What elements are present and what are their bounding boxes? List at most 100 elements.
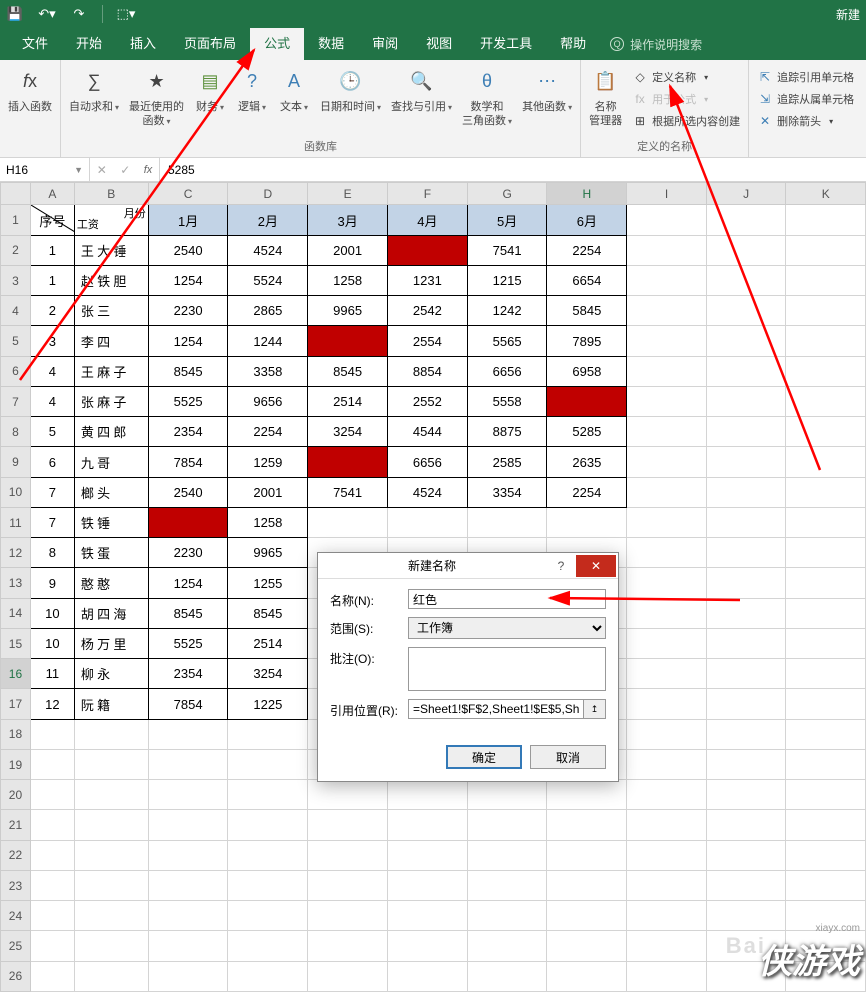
col-header[interactable]: K: [786, 183, 866, 205]
data-cell[interactable]: [627, 265, 707, 295]
data-cell[interactable]: [627, 659, 707, 689]
data-cell[interactable]: 5565: [467, 326, 547, 356]
data-cell[interactable]: [467, 840, 547, 870]
data-cell[interactable]: [786, 749, 866, 779]
row-header[interactable]: 2: [1, 235, 31, 265]
data-cell[interactable]: 1231: [387, 265, 467, 295]
data-cell[interactable]: [706, 598, 786, 628]
data-cell[interactable]: [387, 931, 467, 961]
data-cell[interactable]: [30, 931, 74, 961]
data-cell[interactable]: 9: [30, 568, 74, 598]
data-cell[interactable]: 3354: [387, 235, 467, 265]
row-header[interactable]: 4: [1, 296, 31, 326]
data-cell[interactable]: [627, 840, 707, 870]
comment-input[interactable]: [408, 647, 606, 691]
data-cell[interactable]: 1254: [148, 507, 228, 537]
data-cell[interactable]: [706, 780, 786, 810]
data-cell[interactable]: 2254: [547, 235, 627, 265]
insert-function-button[interactable]: fx插入函数: [4, 64, 56, 116]
data-cell[interactable]: 7: [30, 477, 74, 507]
data-cell[interactable]: 1258: [228, 507, 308, 537]
data-cell[interactable]: [467, 810, 547, 840]
data-cell[interactable]: 7541: [308, 477, 388, 507]
data-cell[interactable]: [74, 840, 148, 870]
data-cell[interactable]: [627, 780, 707, 810]
row-header[interactable]: 21: [1, 810, 31, 840]
data-cell[interactable]: [74, 870, 148, 900]
data-cell[interactable]: [30, 780, 74, 810]
data-cell[interactable]: [786, 780, 866, 810]
data-cell[interactable]: 1255: [308, 326, 388, 356]
data-cell[interactable]: 赵 铁 胆: [74, 265, 148, 295]
data-cell[interactable]: [30, 901, 74, 931]
row-header[interactable]: 17: [1, 689, 31, 719]
data-cell[interactable]: [30, 749, 74, 779]
data-cell[interactable]: [308, 901, 388, 931]
data-cell[interactable]: [627, 296, 707, 326]
data-cell[interactable]: [148, 840, 228, 870]
data-cell[interactable]: [74, 931, 148, 961]
data-cell[interactable]: 九 哥: [74, 447, 148, 477]
enter-formula-icon[interactable]: ✓: [120, 163, 130, 177]
data-cell[interactable]: 1: [30, 265, 74, 295]
row-header[interactable]: 26: [1, 961, 31, 991]
data-cell[interactable]: [308, 961, 388, 991]
data-cell[interactable]: 2635: [547, 447, 627, 477]
row-header[interactable]: 25: [1, 931, 31, 961]
data-cell[interactable]: 2230: [148, 538, 228, 568]
data-cell[interactable]: [30, 870, 74, 900]
data-cell[interactable]: [387, 810, 467, 840]
select-all-cell[interactable]: [1, 183, 31, 205]
data-cell[interactable]: [467, 780, 547, 810]
data-cell[interactable]: 1259: [228, 447, 308, 477]
data-cell[interactable]: [706, 296, 786, 326]
tab-review[interactable]: 审阅: [358, 28, 412, 60]
data-cell[interactable]: 7541: [467, 235, 547, 265]
touch-mode-icon[interactable]: ⬚▾: [117, 5, 135, 23]
data-cell[interactable]: 4: [30, 356, 74, 386]
data-cell[interactable]: [228, 870, 308, 900]
data-cell[interactable]: [148, 780, 228, 810]
data-cell[interactable]: 2514: [228, 628, 308, 658]
math-button[interactable]: θ数学和 三角函数: [458, 64, 516, 131]
row-header[interactable]: 6: [1, 356, 31, 386]
formula-input[interactable]: 5285: [160, 158, 866, 181]
data-cell[interactable]: 3: [30, 326, 74, 356]
data-cell[interactable]: 4: [30, 386, 74, 416]
data-cell[interactable]: [547, 870, 627, 900]
data-cell[interactable]: 2254: [228, 417, 308, 447]
text-button[interactable]: A文本: [274, 64, 314, 116]
data-cell[interactable]: 9658: [547, 386, 627, 416]
financial-button[interactable]: ▤财务: [190, 64, 230, 116]
name-input[interactable]: [408, 589, 606, 609]
data-cell[interactable]: 1254: [148, 265, 228, 295]
data-cell[interactable]: [706, 628, 786, 658]
col-header[interactable]: C: [148, 183, 228, 205]
tell-me[interactable]: Q 操作说明搜索: [610, 36, 702, 53]
data-cell[interactable]: [627, 386, 707, 416]
data-cell[interactable]: 10: [30, 598, 74, 628]
data-cell[interactable]: 1244: [228, 326, 308, 356]
data-cell[interactable]: [547, 901, 627, 931]
data-cell[interactable]: [627, 749, 707, 779]
data-cell[interactable]: 1254: [148, 568, 228, 598]
col-header[interactable]: H: [547, 183, 627, 205]
data-cell[interactable]: 8875: [467, 417, 547, 447]
data-cell[interactable]: 张 三: [74, 296, 148, 326]
logical-button[interactable]: ?逻辑: [232, 64, 272, 116]
row-header[interactable]: 15: [1, 628, 31, 658]
data-cell[interactable]: [30, 961, 74, 991]
data-cell[interactable]: 3254: [228, 659, 308, 689]
data-cell[interactable]: 2230: [148, 296, 228, 326]
row-header[interactable]: 11: [1, 507, 31, 537]
data-cell[interactable]: 阮 籍: [74, 689, 148, 719]
data-cell[interactable]: [706, 689, 786, 719]
data-cell[interactable]: 1255: [228, 568, 308, 598]
data-cell[interactable]: 柳 永: [74, 659, 148, 689]
data-cell[interactable]: [627, 931, 707, 961]
data-cell[interactable]: [627, 447, 707, 477]
data-cell[interactable]: [467, 507, 547, 537]
data-cell[interactable]: 2865: [228, 296, 308, 326]
create-from-selection-button[interactable]: ⊞根据所选内容创建: [628, 110, 744, 132]
tab-developer[interactable]: 开发工具: [466, 28, 546, 60]
